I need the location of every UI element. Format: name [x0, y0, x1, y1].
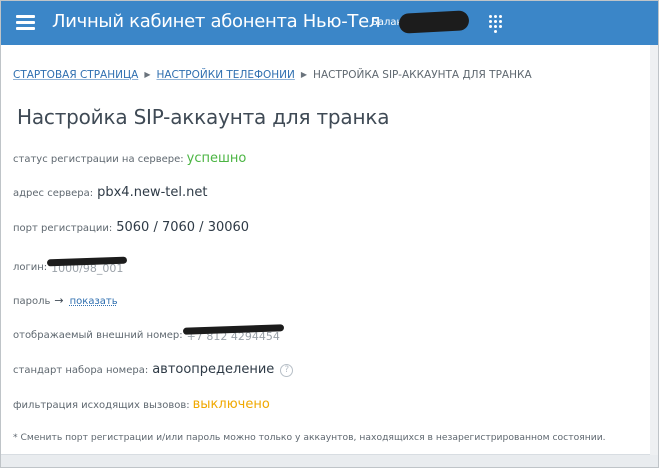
breadcrumb-home-link[interactable]: СТАРТОВАЯ СТРАНИЦА — [13, 69, 138, 81]
login-label: логин: — [13, 262, 48, 273]
main-content: СТАРТОВАЯ СТРАНИЦА ▶ НАСТРОЙКИ ТЕЛЕФОНИИ ▶ Н… — [1, 45, 650, 455]
balance-value-redacted — [398, 10, 470, 34]
server-value: pbx4.new-tel.net — [97, 185, 208, 200]
external-number-label: отображаемый внешний номер: — [13, 330, 183, 341]
status-label: статус регистрации на сервере: — [13, 154, 184, 165]
port-value: 5060 / 7060 / 30060 — [116, 220, 250, 235]
dial-standard-row: стандарт набора номера: автоопределение? — [13, 358, 294, 377]
breadcrumb-separator-icon: ▶ — [300, 70, 308, 79]
app-title: Личный кабинет абонента Нью-Тел — [52, 11, 381, 32]
breadcrumb-current: НАСТРОЙКА SIP-АККАУНТА ДЛЯ ТРАНКА — [313, 69, 532, 81]
hamburger-menu-icon[interactable] — [16, 14, 35, 30]
status-row: статус регистрации на сервере: успешно — [13, 147, 246, 166]
server-label: адрес сервера: — [13, 188, 94, 199]
outgoing-filter-row: фильтрация исходящих вызовов: выключено — [13, 393, 270, 412]
login-value-redacted: 1000/98_001 — [47, 256, 128, 275]
show-password-link[interactable]: показать — [70, 296, 118, 307]
help-icon[interactable]: ? — [280, 364, 294, 377]
outgoing-filter-label: фильтрация исходящих вызовов: — [13, 400, 190, 411]
outgoing-filter-value: выключено — [192, 397, 270, 412]
dial-standard-value: автоопределение — [152, 362, 275, 377]
apps-grid-icon[interactable] — [489, 15, 503, 33]
external-number-value-redacted: +7 812 4294454 — [182, 324, 284, 343]
bottom-strip — [1, 455, 658, 467]
scrollbar-track[interactable] — [650, 45, 658, 455]
breadcrumb: СТАРТОВАЯ СТРАНИЦА ▶ НАСТРОЙКИ ТЕЛЕФОНИИ ▶ Н… — [13, 69, 532, 81]
arrow-right-icon: → — [54, 294, 64, 307]
footnote: * Сменить порт регистрации и/или пароль … — [13, 432, 606, 443]
login-row: логин: 1000/98_001 — [13, 255, 128, 275]
port-label: порт регистрации: — [13, 223, 113, 234]
dial-standard-label: стандарт набора номера: — [13, 365, 149, 376]
server-row: адрес сервера: pbx4.new-tel.net — [13, 181, 207, 200]
page-title: Настройка SIP-аккаунта для транка — [17, 105, 390, 129]
breadcrumb-separator-icon: ▶ — [144, 70, 151, 79]
port-row: порт регистрации: 5060 / 7060 / 30060 — [13, 216, 249, 235]
breadcrumb-telephony-link[interactable]: НАСТРОЙКИ ТЕЛЕФОНИИ — [156, 69, 294, 81]
status-value: успешно — [186, 151, 247, 166]
external-number-row: отображаемый внешний номер: +7 812 429445… — [13, 323, 284, 343]
top-bar: Личный кабинет абонента Нью-Тел Баланс: — [1, 1, 658, 45]
password-row: пароль → показать — [13, 289, 118, 308]
password-label: пароль — [13, 296, 51, 307]
